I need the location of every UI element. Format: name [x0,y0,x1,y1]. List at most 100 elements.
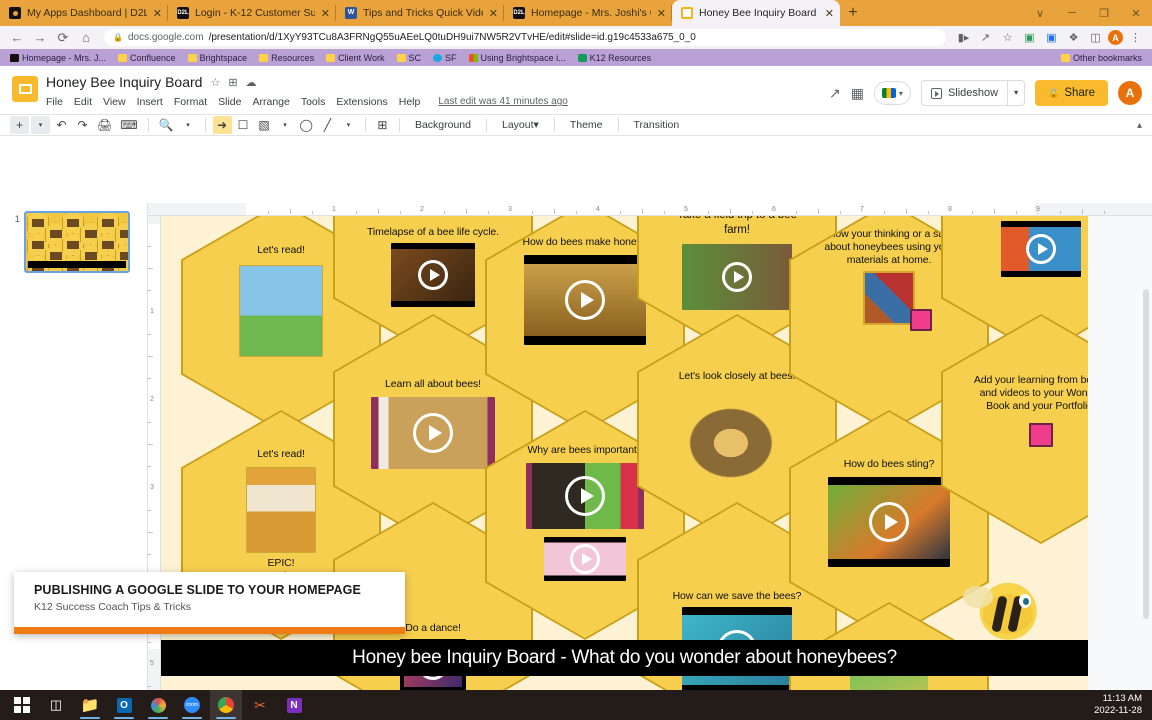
theme-button[interactable]: Theme [562,119,611,131]
minimize-icon[interactable]: ─ [1056,7,1088,19]
start-button[interactable] [6,690,38,720]
home-icon[interactable]: ⌂ [76,28,96,48]
back-icon[interactable]: ← [7,28,27,48]
share-icon[interactable]: ↗ [976,28,995,47]
media-thumbnail[interactable] [544,537,626,581]
maximize-icon[interactable]: ❐ [1088,7,1120,20]
close-icon[interactable]: ✕ [321,7,330,20]
zoom-button[interactable]: zoom [176,690,208,720]
bookmark-item[interactable]: Using Brightspace i... [465,52,570,64]
browser-tab-0[interactable]: My Apps Dashboard | D2L ✕ [0,0,168,26]
browser-tab-2[interactable]: W Tips and Tricks Quick Videos.doc ✕ [336,0,504,26]
doc-title[interactable]: Honey Bee Inquiry Board [46,74,202,90]
extension-green-icon[interactable]: ▣ [1020,28,1039,47]
slideshow-button[interactable]: Slideshow ▾ [920,80,1026,106]
bookmark-item[interactable]: Resources [255,52,318,64]
media-thumbnail[interactable] [526,463,644,529]
bookmark-item[interactable]: Client Work [322,52,388,64]
browser-tab-1[interactable]: D2L Login - K-12 Customer Success ✕ [168,0,336,26]
star-icon[interactable]: ☆ [998,28,1017,47]
close-window-icon[interactable]: ✕ [1120,7,1152,20]
browser-tab-3[interactable]: D2L Homepage - Mrs. Joshi's Class ✕ [504,0,672,26]
image-icon[interactable]: ▧ [255,116,274,134]
slide-canvas[interactable]: Let's read!Let's read!EPIC!Code:Timelaps… [161,216,1088,712]
menu-view[interactable]: View [103,96,126,108]
menu-extensions[interactable]: Extensions [336,96,387,108]
filmstrip-slide-1[interactable]: 1 [0,211,147,273]
media-thumbnail[interactable] [391,243,475,307]
play-button-icon[interactable] [413,413,453,453]
menu-edit[interactable]: Edit [74,96,92,108]
line-dropdown-icon[interactable]: ▾ [339,116,358,134]
cloud-saved-icon[interactable]: ☁ [246,76,257,89]
undo-icon[interactable]: ↶ [52,116,71,134]
outlook-button[interactable]: O [108,690,140,720]
task-view-button[interactable]: ◫ [40,690,72,720]
redo-icon[interactable]: ↷ [73,116,92,134]
chevron-up-icon[interactable]: ▴ [1137,120,1142,131]
avatar[interactable]: A [1118,81,1142,105]
camera-icon[interactable]: ▮▸ [954,28,973,47]
play-button-icon[interactable] [1026,234,1056,264]
bookmark-item[interactable]: SC [393,52,426,64]
bookmark-item[interactable]: Confluence [114,52,180,64]
reload-icon[interactable]: ⟳ [53,28,73,48]
address-bar[interactable]: 🔒 docs.google.com/presentation/d/1XyY93T… [104,29,946,46]
bookmark-item[interactable]: K12 Resources [574,52,656,64]
hexagon-cell[interactable]: Add your learning from books and videos … [941,314,1088,544]
play-button-icon[interactable] [869,502,909,542]
file-explorer-button[interactable]: 📁 [74,690,106,720]
new-slide-dropdown[interactable]: ▾ [31,116,50,134]
menu-slide[interactable]: Slide [218,96,241,108]
chevron-down-icon[interactable]: ▾ [1007,81,1024,105]
app-badge-button[interactable] [142,690,174,720]
print-icon[interactable]: 🖨 [94,116,115,134]
media-thumbnail[interactable] [682,244,792,310]
activity-chart-icon[interactable]: ↗ [829,85,841,102]
media-thumbnail[interactable] [246,467,316,553]
line-icon[interactable]: ╱ [318,116,337,134]
browser-tab-4-active[interactable]: Honey Bee Inquiry Board - Goog ✕ [672,0,840,26]
zoom-dropdown-icon[interactable]: ▾ [179,116,198,134]
last-edit-status[interactable]: Last edit was 41 minutes ago [438,96,568,107]
other-bookmarks[interactable]: Other bookmarks [1057,52,1146,64]
bookmark-item[interactable]: Homepage - Mrs. J... [6,52,110,64]
background-button[interactable]: Background [407,119,479,131]
screen-rec-icon[interactable]: ▣ [1042,28,1061,47]
chevron-down-icon[interactable]: ∨ [1024,7,1056,20]
play-button-icon[interactable] [722,262,752,292]
close-icon[interactable]: ✕ [153,7,162,20]
media-thumbnail[interactable] [863,271,915,325]
menu-format[interactable]: Format [174,96,207,108]
cursor-icon[interactable]: ➜ [212,116,232,134]
layout-button[interactable]: Layout▾ [494,119,547,131]
close-icon[interactable]: ✕ [657,7,666,20]
media-thumbnail[interactable] [910,309,932,331]
media-thumbnail[interactable] [828,477,950,567]
avatar[interactable]: A [1108,30,1123,45]
textbox-icon[interactable]: ☐ [234,116,253,134]
bookmark-item[interactable]: Brightspace [184,52,252,64]
media-thumbnail[interactable] [1029,423,1053,447]
share-button[interactable]: 🔒 Share [1035,80,1108,106]
media-thumbnail[interactable] [524,255,646,345]
kebab-menu-icon[interactable]: ⋮ [1126,28,1145,47]
move-to-folder-icon[interactable]: ⊞ [228,76,237,89]
image-dropdown-icon[interactable]: ▾ [276,116,295,134]
forward-icon[interactable]: → [30,28,50,48]
bookmark-item[interactable]: SF [429,52,461,64]
media-thumbnail[interactable] [1001,221,1081,277]
comment-icon[interactable]: ▦ [851,85,864,102]
zoom-icon[interactable]: 🔍 [156,116,177,134]
media-thumbnail[interactable] [371,397,495,469]
snip-tool-button[interactable]: ✂ [244,690,276,720]
chrome-button[interactable] [210,690,242,720]
puzzle-icon[interactable]: ❖ [1064,28,1083,47]
close-icon[interactable]: ✕ [825,7,834,20]
new-slide-button[interactable]: + [10,116,29,134]
play-button-icon[interactable] [418,260,448,290]
close-icon[interactable]: ✕ [489,7,498,20]
new-tab-button[interactable]: + [840,0,866,26]
slide-thumbnail[interactable] [24,211,130,273]
transition-button[interactable]: Transition [626,119,688,131]
